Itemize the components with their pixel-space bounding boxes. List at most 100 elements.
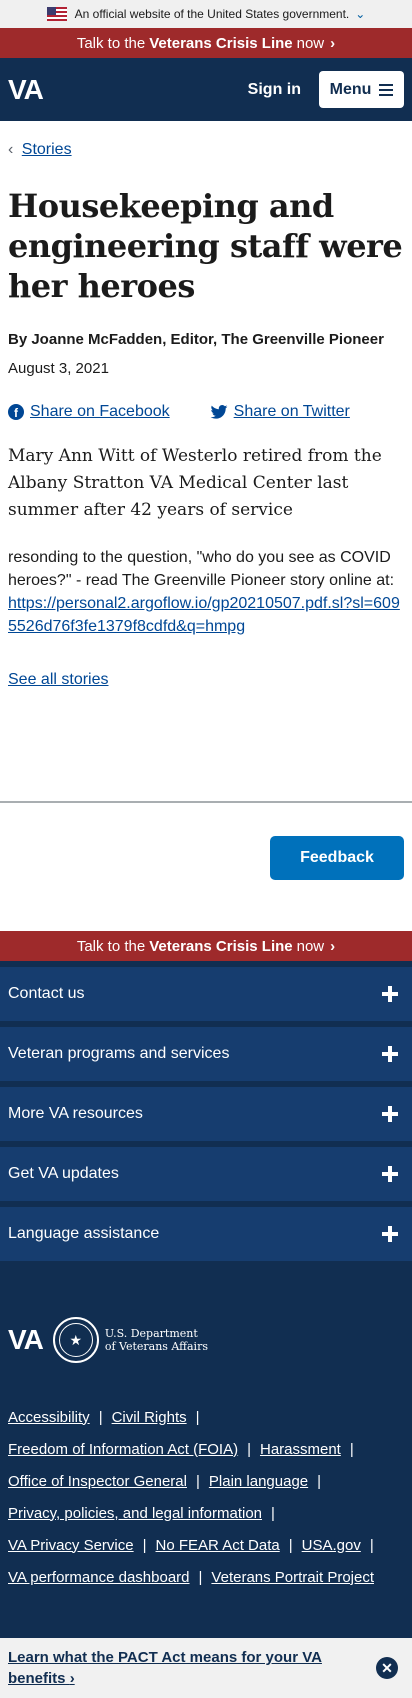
share-row: f Share on Facebook Share on Twitter xyxy=(8,403,404,421)
accordion-get-updates[interactable]: Get VA updates xyxy=(0,1147,412,1201)
crisis-prefix: Talk to the xyxy=(76,937,146,955)
accordion-label: Language assistance xyxy=(8,1225,160,1242)
dept-line-2: of Veterans Affairs xyxy=(104,1340,208,1353)
accordion-veteran-programs[interactable]: Veteran programs and services xyxy=(0,1027,412,1081)
crisis-suffix: now xyxy=(296,34,325,52)
accordion-contact-us[interactable]: Contact us xyxy=(0,967,412,1021)
link-separator: | xyxy=(98,1408,103,1426)
accordion-label: Get VA updates xyxy=(8,1165,119,1182)
article-lede: Mary Ann Witt of Westerlo retired from t… xyxy=(8,446,382,520)
link-portrait-project[interactable]: Veterans Portrait Project xyxy=(211,1569,374,1586)
twitter-icon xyxy=(210,405,228,419)
crisis-line-bar[interactable]: Talk to the Veterans Crisis Line now › xyxy=(0,28,412,58)
link-harassment[interactable]: Harassment xyxy=(260,1441,341,1458)
breadcrumb: ‹ Stories xyxy=(8,141,404,159)
link-privacy[interactable]: Privacy, policies, and legal information xyxy=(8,1505,262,1522)
crisis-suffix: now xyxy=(296,937,325,955)
crisis-prefix: Talk to the xyxy=(76,34,146,52)
site-header: VA Sign in Menu xyxy=(0,58,412,121)
footer-accordion: Contact us Veteran programs and services… xyxy=(0,961,412,1261)
link-foia[interactable]: Freedom of Information Act (FOIA) xyxy=(8,1441,238,1458)
publish-date: August 3, 2021 xyxy=(8,360,109,377)
article-source-link[interactable]: https://personal2.argoflow.io/gp20210507… xyxy=(8,595,400,635)
article-body-text: resonding to the question, "who do you s… xyxy=(8,549,395,589)
accordion-label: More VA resources xyxy=(8,1105,143,1122)
chevron-right-icon: › xyxy=(330,937,336,955)
chevron-right-icon: › xyxy=(330,34,336,52)
us-flag-icon xyxy=(46,7,67,21)
article-body: resonding to the question, "who do you s… xyxy=(8,546,404,638)
accordion-language-assistance[interactable]: Language assistance xyxy=(0,1207,412,1261)
link-separator: | xyxy=(195,1408,200,1426)
gov-banner[interactable]: An official website of the United States… xyxy=(0,0,412,28)
hamburger-icon xyxy=(379,83,394,96)
link-separator: | xyxy=(349,1440,354,1458)
share-twitter-link[interactable]: Share on Twitter xyxy=(234,403,350,421)
department-name: U.S. Department of Veterans Affairs xyxy=(105,1327,208,1353)
footer-link-row: Privacy, policies, and legal information… xyxy=(8,1497,404,1529)
share-facebook-link[interactable]: Share on Facebook xyxy=(30,403,170,421)
link-separator: | xyxy=(142,1536,147,1554)
pact-act-text: Learn what the PACT Act means for your V… xyxy=(8,1649,322,1687)
link-no-fear[interactable]: No FEAR Act Data xyxy=(156,1537,280,1554)
pact-act-banner: Learn what the PACT Act means for your V… xyxy=(0,1638,412,1698)
va-seal-icon: ★ xyxy=(52,1317,99,1363)
accordion-label: Contact us xyxy=(8,985,85,1002)
feedback-button[interactable]: Feedback xyxy=(270,836,404,880)
accordion-label: Veteran programs and services xyxy=(8,1045,230,1062)
link-separator: | xyxy=(288,1536,293,1554)
footer-link-row: VA Privacy Service | No FEAR Act Data | … xyxy=(8,1529,404,1561)
link-separator: | xyxy=(198,1568,203,1586)
byline: By Joanne McFadden, Editor, The Greenvil… xyxy=(8,331,384,348)
link-separator: | xyxy=(317,1472,322,1490)
share-facebook[interactable]: f Share on Facebook xyxy=(8,403,170,421)
gov-banner-text: An official website of the United States… xyxy=(74,7,350,21)
dept-line-1: U.S. Department xyxy=(104,1327,198,1340)
plus-icon xyxy=(382,986,398,1002)
footer-link-row: VA performance dashboard | Veterans Port… xyxy=(8,1561,404,1593)
header-actions: Sign in Menu xyxy=(248,71,404,108)
facebook-icon: f xyxy=(8,404,24,420)
link-separator: | xyxy=(369,1536,374,1554)
breadcrumb-stories-link[interactable]: Stories xyxy=(22,141,72,158)
link-civil-rights[interactable]: Civil Rights xyxy=(112,1409,187,1426)
see-all-stories: See all stories xyxy=(8,671,404,689)
plus-icon xyxy=(382,1106,398,1122)
link-separator: | xyxy=(247,1440,251,1458)
footer-logos[interactable]: VA ★ U.S. Department of Veterans Affairs xyxy=(0,1261,412,1363)
page-title: Housekeeping and engineering staff were … xyxy=(8,187,403,305)
plus-icon xyxy=(382,1226,398,1242)
link-separator: | xyxy=(271,1504,275,1522)
site-footer: Talk to the Veterans Crisis Line now › C… xyxy=(0,931,412,1698)
feedback-area: Feedback xyxy=(0,803,412,931)
link-oig[interactable]: Office of Inspector General xyxy=(8,1473,187,1490)
see-all-stories-link[interactable]: See all stories xyxy=(8,671,109,688)
plus-icon xyxy=(382,1046,398,1062)
close-icon[interactable]: ✕ xyxy=(376,1657,398,1679)
link-accessibility[interactable]: Accessibility xyxy=(8,1409,90,1426)
va-logo[interactable]: VA xyxy=(8,74,44,106)
plus-icon xyxy=(382,1166,398,1182)
crisis-emphasis: Veterans Crisis Line xyxy=(149,34,293,52)
footer-link-row: Freedom of Information Act (FOIA) | Hara… xyxy=(8,1433,404,1465)
chevron-left-icon: ‹ xyxy=(8,141,14,158)
accordion-more-resources[interactable]: More VA resources xyxy=(0,1087,412,1141)
menu-button[interactable]: Menu xyxy=(319,71,404,108)
link-usa-gov[interactable]: USA.gov xyxy=(302,1537,361,1554)
chevron-right-icon: › xyxy=(69,1670,75,1687)
share-twitter[interactable]: Share on Twitter xyxy=(210,403,350,421)
footer-link-row: Office of Inspector General | Plain lang… xyxy=(8,1465,404,1497)
footer-link-row: Accessibility | Civil Rights | xyxy=(8,1401,404,1433)
main-content: ‹ Stories Housekeeping and engineering s… xyxy=(0,141,412,689)
sign-in-link[interactable]: Sign in xyxy=(248,81,301,99)
menu-label: Menu xyxy=(329,80,372,98)
pact-act-link[interactable]: Learn what the PACT Act means for your V… xyxy=(8,1647,328,1689)
footer-links: Accessibility | Civil Rights | Freedom o… xyxy=(0,1363,412,1593)
crisis-emphasis: Veterans Crisis Line xyxy=(149,937,293,955)
footer-crisis-line-bar[interactable]: Talk to the Veterans Crisis Line now › xyxy=(0,931,412,961)
chevron-down-icon: ⌄ xyxy=(355,7,366,21)
link-privacy-service[interactable]: VA Privacy Service xyxy=(8,1537,134,1554)
link-plain-language[interactable]: Plain language xyxy=(209,1473,308,1490)
link-separator: | xyxy=(195,1472,200,1490)
link-performance[interactable]: VA performance dashboard xyxy=(8,1569,190,1586)
